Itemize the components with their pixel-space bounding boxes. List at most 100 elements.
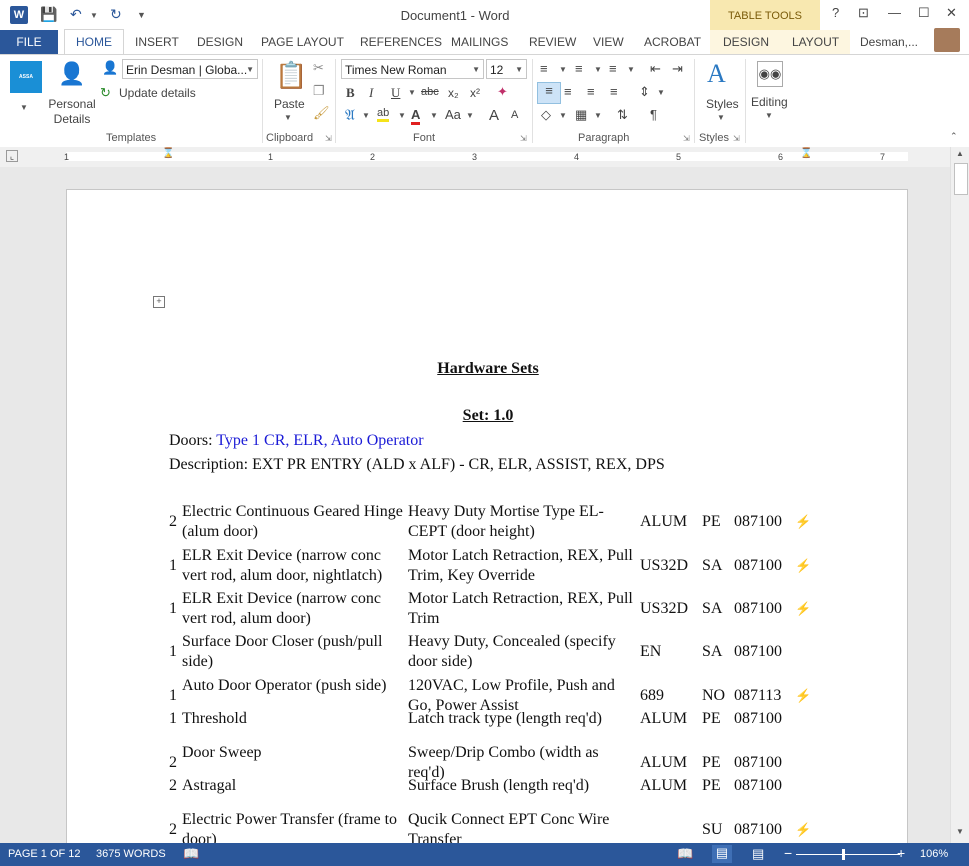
superscript-button[interactable]: x²: [470, 86, 480, 100]
format-painter-icon[interactable]: 🖌: [313, 105, 330, 121]
shrink-font-button[interactable]: A: [511, 109, 518, 121]
styles-button[interactable]: Styles: [706, 97, 739, 111]
styles-icon[interactable]: A: [707, 59, 726, 89]
text-effects-dropdown-icon[interactable]: ▼: [362, 111, 370, 120]
right-indent-marker-icon[interactable]: ⌛: [800, 148, 812, 159]
save-icon[interactable]: 💾: [40, 6, 57, 23]
maximize-button[interactable]: ☐: [918, 5, 930, 21]
shading-icon[interactable]: ◇: [541, 107, 551, 123]
redo-icon[interactable]: ↻: [110, 6, 122, 23]
paste-icon[interactable]: 📋: [275, 60, 307, 91]
borders-icon[interactable]: ▦: [575, 107, 587, 123]
ribbon-display-options-icon[interactable]: ⊡: [858, 5, 869, 21]
web-layout-icon[interactable]: ▤: [752, 846, 764, 862]
change-case-button[interactable]: Aa: [445, 107, 461, 122]
document-canvas[interactable]: + Hardware Sets Set: 1.0 Doors: Type 1 C…: [0, 167, 950, 843]
zoom-out-button[interactable]: −: [784, 845, 792, 861]
highlight-dropdown-icon[interactable]: ▼: [398, 111, 406, 120]
tab-mailings[interactable]: MAILINGS: [451, 35, 508, 49]
numbering-dropdown-icon[interactable]: ▼: [594, 65, 602, 74]
styles-dropdown-icon[interactable]: ▼: [717, 113, 725, 122]
vertical-scrollbar[interactable]: ▲ ▼: [950, 147, 969, 843]
bold-button[interactable]: B: [346, 85, 355, 101]
editing-dropdown-icon[interactable]: ▼: [765, 111, 773, 120]
shading-dropdown-icon[interactable]: ▼: [559, 111, 567, 120]
proofing-icon[interactable]: 📖: [183, 846, 199, 862]
customize-qat-icon[interactable]: ▼: [137, 10, 146, 20]
document-page[interactable]: + Hardware Sets Set: 1.0 Doors: Type 1 C…: [66, 189, 908, 843]
zoom-in-button[interactable]: +: [897, 845, 905, 861]
decrease-indent-icon[interactable]: ⇤: [650, 61, 661, 77]
align-left-icon[interactable]: ≡: [537, 82, 561, 104]
copy-icon[interactable]: ❐: [313, 83, 325, 99]
table-move-handle-icon[interactable]: +: [153, 296, 165, 308]
assa-abloy-logo[interactable]: ASSA ABLOY: [10, 61, 42, 112]
tab-file[interactable]: FILE: [0, 30, 58, 54]
text-effects-icon[interactable]: 𝔄: [345, 107, 355, 124]
underline-button[interactable]: U: [391, 85, 400, 101]
scrollbar-thumb[interactable]: [954, 163, 968, 195]
multilevel-dropdown-icon[interactable]: ▼: [627, 65, 635, 74]
user-account-name[interactable]: Desman,...: [860, 35, 918, 49]
font-launcher-icon[interactable]: ⇲: [520, 134, 527, 143]
multilevel-list-icon[interactable]: ≡: [609, 61, 617, 76]
increase-indent-icon[interactable]: ⇥: [672, 61, 683, 77]
numbering-icon[interactable]: ≡: [575, 61, 583, 76]
font-color-dropdown-icon[interactable]: ▼: [430, 111, 438, 120]
tab-page-layout[interactable]: PAGE LAYOUT: [261, 35, 344, 49]
tab-view[interactable]: VIEW: [593, 35, 624, 49]
tab-table-design[interactable]: DESIGN: [723, 35, 769, 49]
font-color-icon[interactable]: A: [411, 107, 421, 125]
undo-dropdown-icon[interactable]: ▼: [90, 11, 98, 20]
clear-formatting-icon[interactable]: ✦: [497, 84, 508, 100]
zoom-slider-thumb[interactable]: [841, 849, 845, 860]
font-size-select[interactable]: 12 ▼: [486, 59, 527, 79]
word-count[interactable]: 3675 WORDS: [96, 848, 166, 860]
tab-home[interactable]: HOME: [64, 29, 124, 55]
italic-button[interactable]: I: [369, 85, 373, 101]
logo-dropdown-icon[interactable]: ▼: [20, 103, 28, 112]
bullets-dropdown-icon[interactable]: ▼: [559, 65, 567, 74]
cut-icon[interactable]: ✂: [313, 60, 324, 76]
help-button[interactable]: ?: [832, 5, 839, 20]
change-case-dropdown-icon[interactable]: ▼: [466, 111, 474, 120]
undo-icon[interactable]: ↶: [70, 6, 82, 23]
tab-review[interactable]: REVIEW: [529, 35, 576, 49]
paste-button[interactable]: Paste: [274, 97, 305, 111]
scroll-down-icon[interactable]: ▼: [956, 827, 964, 836]
minimize-button[interactable]: —: [888, 5, 901, 20]
line-spacing-dropdown-icon[interactable]: ▼: [657, 88, 665, 97]
read-mode-icon[interactable]: 📖: [677, 846, 693, 862]
justify-icon[interactable]: ≡: [610, 84, 618, 99]
avatar[interactable]: [934, 28, 960, 52]
zoom-level[interactable]: 106%: [920, 848, 948, 860]
paragraph-launcher-icon[interactable]: ⇲: [683, 134, 690, 143]
sort-icon[interactable]: ⇅: [617, 107, 628, 123]
grow-font-button[interactable]: A: [489, 107, 499, 124]
bullets-icon[interactable]: ≡: [540, 61, 548, 76]
page-count[interactable]: PAGE 1 OF 12: [8, 848, 81, 860]
tab-insert[interactable]: INSERT: [135, 35, 179, 49]
indent-marker-icon[interactable]: ⌛: [162, 148, 174, 159]
print-layout-icon[interactable]: ▤: [712, 845, 732, 863]
word-app-icon[interactable]: W: [10, 6, 28, 24]
styles-launcher-icon[interactable]: ⇲: [733, 134, 740, 143]
highlight-color-icon[interactable]: ab: [377, 107, 390, 122]
tab-references[interactable]: REFERENCES: [360, 35, 442, 49]
strikethrough-button[interactable]: abc: [421, 86, 439, 98]
close-button[interactable]: ✕: [946, 5, 957, 21]
tab-table-layout[interactable]: LAYOUT: [792, 35, 839, 49]
editing-button[interactable]: Editing: [751, 95, 788, 109]
update-details-button[interactable]: Update details: [119, 86, 196, 100]
line-spacing-icon[interactable]: ⇕: [639, 84, 650, 100]
paste-dropdown-icon[interactable]: ▼: [284, 113, 292, 122]
horizontal-ruler[interactable]: ⌞ 1 ⌛ 1 2 3 4 5 6 ⌛ 7: [0, 147, 950, 167]
tab-selector-icon[interactable]: ⌞: [6, 150, 18, 162]
personal-details-button[interactable]: Personal Details: [48, 97, 96, 127]
show-formatting-icon[interactable]: ¶: [650, 107, 657, 122]
subscript-button[interactable]: x₂: [448, 86, 459, 100]
font-family-select[interactable]: Times New Roman ▼: [341, 59, 484, 79]
binoculars-icon[interactable]: ◉◉: [757, 61, 783, 87]
tab-acrobat[interactable]: ACROBAT: [644, 35, 701, 49]
collapse-ribbon-icon[interactable]: ⌃: [950, 131, 958, 142]
